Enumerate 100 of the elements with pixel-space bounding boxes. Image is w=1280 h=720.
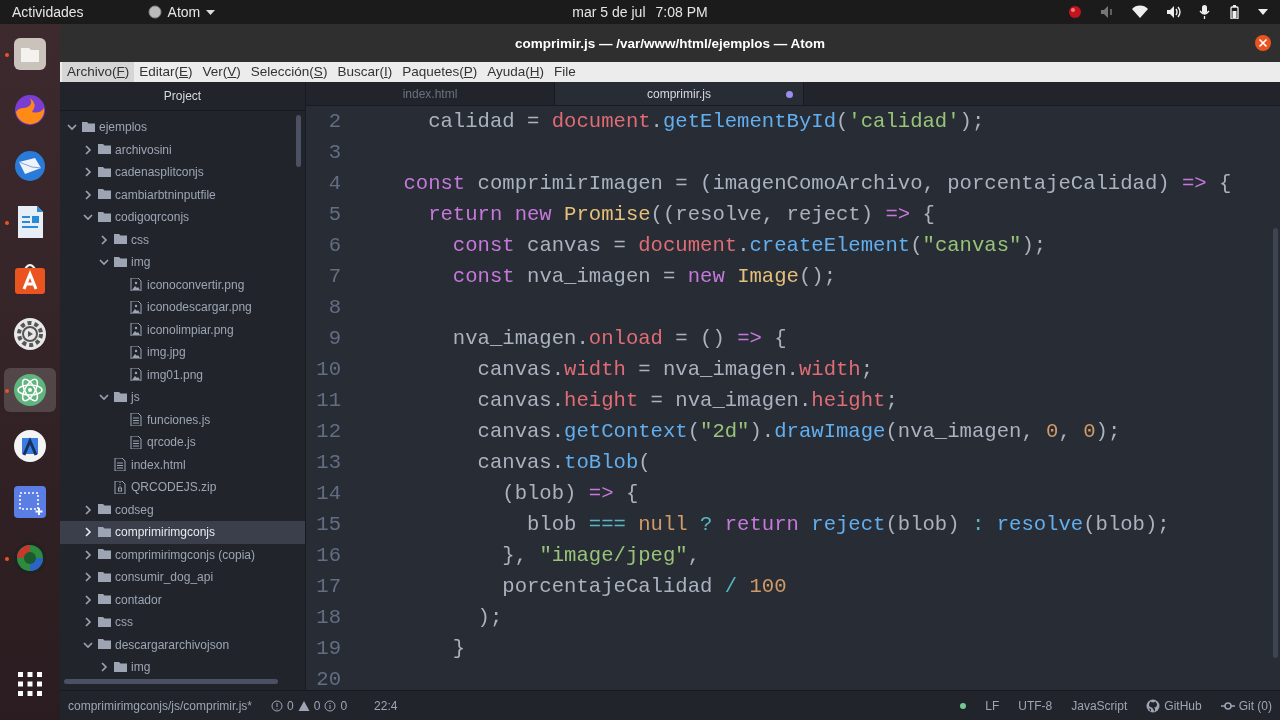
folder-name[interactable]: comprimirimgconjs (copia)	[115, 547, 256, 562]
chevron-right-icon[interactable]	[82, 593, 94, 606]
grammar[interactable]: JavaScript	[1071, 698, 1128, 713]
line-number: 17	[315, 575, 342, 598]
line-number: 4	[327, 172, 342, 195]
file-name[interactable]: iconolimpiar.png	[147, 322, 234, 337]
chevron-right-icon[interactable]	[98, 233, 110, 246]
file-name[interactable]: QRCODEJS.zip	[131, 480, 217, 495]
encoding[interactable]: UTF-8	[1018, 698, 1053, 713]
menu-item[interactable]: File	[549, 62, 581, 82]
image-file-icon	[130, 323, 143, 337]
file-name[interactable]: img.jpg	[147, 345, 186, 360]
line-ending[interactable]: LF	[985, 698, 1000, 713]
line-number: 7	[327, 265, 342, 288]
scrollbar-thumb[interactable]	[64, 679, 278, 684]
commit-icon[interactable]	[1220, 699, 1235, 712]
activities-button[interactable]: Actividades	[12, 4, 84, 20]
file-name[interactable]: funciones.js	[147, 412, 211, 427]
error-icon[interactable]	[271, 699, 284, 712]
gear-icon[interactable]	[12, 316, 48, 352]
close-icon[interactable]	[1254, 34, 1272, 52]
folder-name[interactable]: cadenasplitconjs	[115, 165, 204, 180]
folder-name[interactable]: img	[131, 660, 151, 675]
battery-icon[interactable]	[1228, 5, 1240, 19]
browser-icon[interactable]	[12, 92, 48, 128]
file-name[interactable]: qrcode.js	[147, 435, 196, 450]
folder-name[interactable]: codigoqrconjs	[115, 210, 190, 225]
file-icon	[130, 435, 143, 449]
code-line: canvas.width = nva_imagen.width;	[476, 358, 874, 381]
chevron-right-icon[interactable]	[82, 571, 94, 584]
folder-name[interactable]: cambiarbtninputfile	[115, 187, 216, 202]
speaker-icon[interactable]	[1100, 5, 1114, 19]
record-icon[interactable]	[1068, 5, 1082, 19]
code-line: blob === null ? return reject(blob) : resolve(blob);	[526, 513, 1170, 536]
image-file-icon	[130, 345, 143, 359]
mail-icon[interactable]	[12, 148, 48, 184]
chevron-right-icon[interactable]	[82, 526, 94, 539]
editor-tab[interactable]: comprimir.js	[555, 82, 804, 105]
warning-icon[interactable]	[297, 699, 310, 712]
folder-name[interactable]: archivosini	[115, 142, 172, 157]
line-number: 10	[315, 358, 342, 381]
info-count[interactable]: 0	[340, 698, 348, 713]
chevron-right-icon[interactable]	[82, 166, 94, 179]
menu-item[interactable]: Archivo(F)	[62, 62, 135, 82]
folder-icon	[98, 593, 111, 607]
chevron-right-icon[interactable]	[82, 143, 94, 156]
file-name[interactable]: iconoconvertir.png	[147, 277, 245, 292]
folder-name[interactable]: js	[131, 390, 140, 405]
folder-name[interactable]: contador	[115, 592, 162, 607]
github-icon[interactable]	[1146, 698, 1161, 713]
chevron-right-icon[interactable]	[98, 661, 110, 674]
folder-name[interactable]: ejemplos	[99, 120, 148, 135]
line-number: 15	[315, 513, 342, 536]
git-label[interactable]: Git (0)	[1238, 698, 1272, 713]
file-name[interactable]: index.html	[131, 457, 186, 472]
time-label[interactable]: 7:08 PM	[655, 4, 708, 20]
folder-name[interactable]: img	[131, 255, 151, 270]
folder-name[interactable]: css	[131, 232, 149, 247]
folder-name[interactable]: descargararchivojson	[115, 637, 230, 652]
folder-icon	[98, 548, 111, 562]
menu-item[interactable]: Ayuda(H)	[482, 62, 549, 82]
cursor-position[interactable]: 22:4	[374, 698, 398, 713]
folder-name[interactable]: codseg	[115, 502, 154, 517]
volume-icon[interactable]	[1166, 5, 1181, 19]
error-count[interactable]: 0	[287, 698, 294, 713]
folder-icon	[114, 255, 127, 269]
menu-item[interactable]: Paquetes(P)	[397, 62, 483, 82]
studio-icon[interactable]	[12, 428, 48, 464]
info-icon[interactable]	[324, 699, 337, 712]
chevron-right-icon[interactable]	[82, 503, 94, 516]
date-label[interactable]: mar 5 de jul	[572, 4, 646, 20]
scrollbar-thumb[interactable]	[296, 115, 301, 167]
image-file-icon	[130, 300, 143, 314]
github-label[interactable]: GitHub	[1164, 698, 1202, 713]
line-number: 11	[315, 389, 342, 412]
scrollbar-thumb[interactable]	[1273, 228, 1278, 658]
code-line: }, "image/jpeg",	[501, 544, 701, 567]
microphone-icon[interactable]	[1199, 5, 1210, 19]
chevron-right-icon[interactable]	[82, 548, 94, 561]
wifi-icon[interactable]	[1132, 5, 1148, 19]
menu-item[interactable]: Editar(E)	[134, 62, 198, 82]
file-path[interactable]: comprimirimgconjs/js/comprimir.js*	[68, 698, 253, 713]
globe-icon[interactable]	[12, 540, 48, 576]
menu-item[interactable]: Buscar(I)	[332, 62, 398, 82]
chevron-right-icon[interactable]	[82, 188, 94, 201]
folder-name[interactable]: consumir_dog_api	[115, 570, 214, 585]
folder-icon[interactable]	[12, 36, 48, 72]
folder-name[interactable]: css	[115, 615, 133, 630]
screenshot-icon[interactable]	[12, 484, 48, 520]
line-number: 13	[315, 451, 342, 474]
menu-item[interactable]: Selección(S)	[245, 62, 333, 82]
file-name[interactable]: img01.png	[147, 367, 204, 382]
app-menu[interactable]: Atom	[167, 4, 201, 20]
warning-count[interactable]: 0	[313, 698, 321, 713]
panel-title: Project	[163, 89, 202, 103]
file-name[interactable]: iconodescargar.png	[147, 300, 252, 315]
caret-icon[interactable]	[1258, 9, 1268, 15]
atom-icon[interactable]	[12, 372, 48, 408]
chevron-right-icon[interactable]	[82, 616, 94, 629]
menu-item[interactable]: Ver(V)	[197, 62, 246, 82]
